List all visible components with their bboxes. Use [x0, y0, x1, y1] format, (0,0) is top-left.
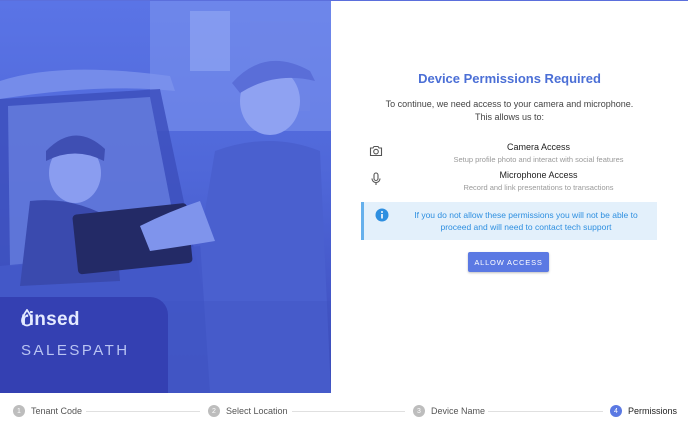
info-icon	[375, 208, 389, 222]
brand-product-name: SALESPATH	[21, 342, 130, 359]
notice-line-1: If you do not allow these permissions yo…	[414, 210, 638, 220]
step-permissions: 4 Permissions	[610, 405, 677, 417]
step-label: Tenant Code	[31, 406, 83, 416]
hero-image-panel: rinsed SALESPATH	[0, 1, 331, 393]
permission-description: Record and link presentations to transac…	[463, 183, 614, 192]
setup-stepper: 1 Tenant Code 2 Select Location 3 Device…	[0, 393, 688, 430]
brand-logo: rinsed	[21, 309, 80, 331]
permissions-content: Device Permissions Required To continue,…	[331, 1, 688, 393]
step-label: Permissions	[628, 406, 678, 416]
permissions-notice: If you do not allow these permissions yo…	[361, 202, 657, 240]
page-title: Device Permissions Required	[418, 71, 601, 86]
step-device-name: 3 Device Name	[413, 405, 485, 417]
water-drop-icon	[21, 309, 33, 327]
subtitle-line-1: To continue, we need access to your came…	[385, 99, 634, 109]
app-window: rinsed SALESPATH Device Permissions Requ…	[0, 0, 688, 430]
step-connector	[488, 411, 603, 412]
step-number: 2	[208, 405, 220, 417]
step-label: Device Name	[431, 406, 486, 416]
camera-icon	[369, 145, 383, 157]
page-subtitle: To continue, we need access to your came…	[371, 98, 648, 124]
notice-message: If you do not allow these permissions yo…	[398, 209, 654, 233]
step-connector	[292, 411, 405, 412]
step-label: Select Location	[226, 406, 288, 416]
step-number: 3	[413, 405, 425, 417]
subtitle-line-2: This allows us to:	[474, 112, 545, 122]
permission-description: Setup profile photo and interact with so…	[453, 155, 624, 164]
microphone-icon	[371, 172, 381, 185]
step-tenant-code: 1 Tenant Code	[13, 405, 82, 417]
notice-line-2: proceed and will need to contact tech su…	[440, 222, 612, 232]
permission-name: Microphone Access	[499, 170, 578, 180]
step-connector	[86, 411, 200, 412]
step-select-location: 2 Select Location	[208, 405, 288, 417]
step-number: 4	[610, 405, 622, 417]
allow-access-button[interactable]: ALLOW ACCESS	[468, 252, 549, 272]
step-number: 1	[13, 405, 25, 417]
permission-name: Camera Access	[506, 142, 571, 152]
